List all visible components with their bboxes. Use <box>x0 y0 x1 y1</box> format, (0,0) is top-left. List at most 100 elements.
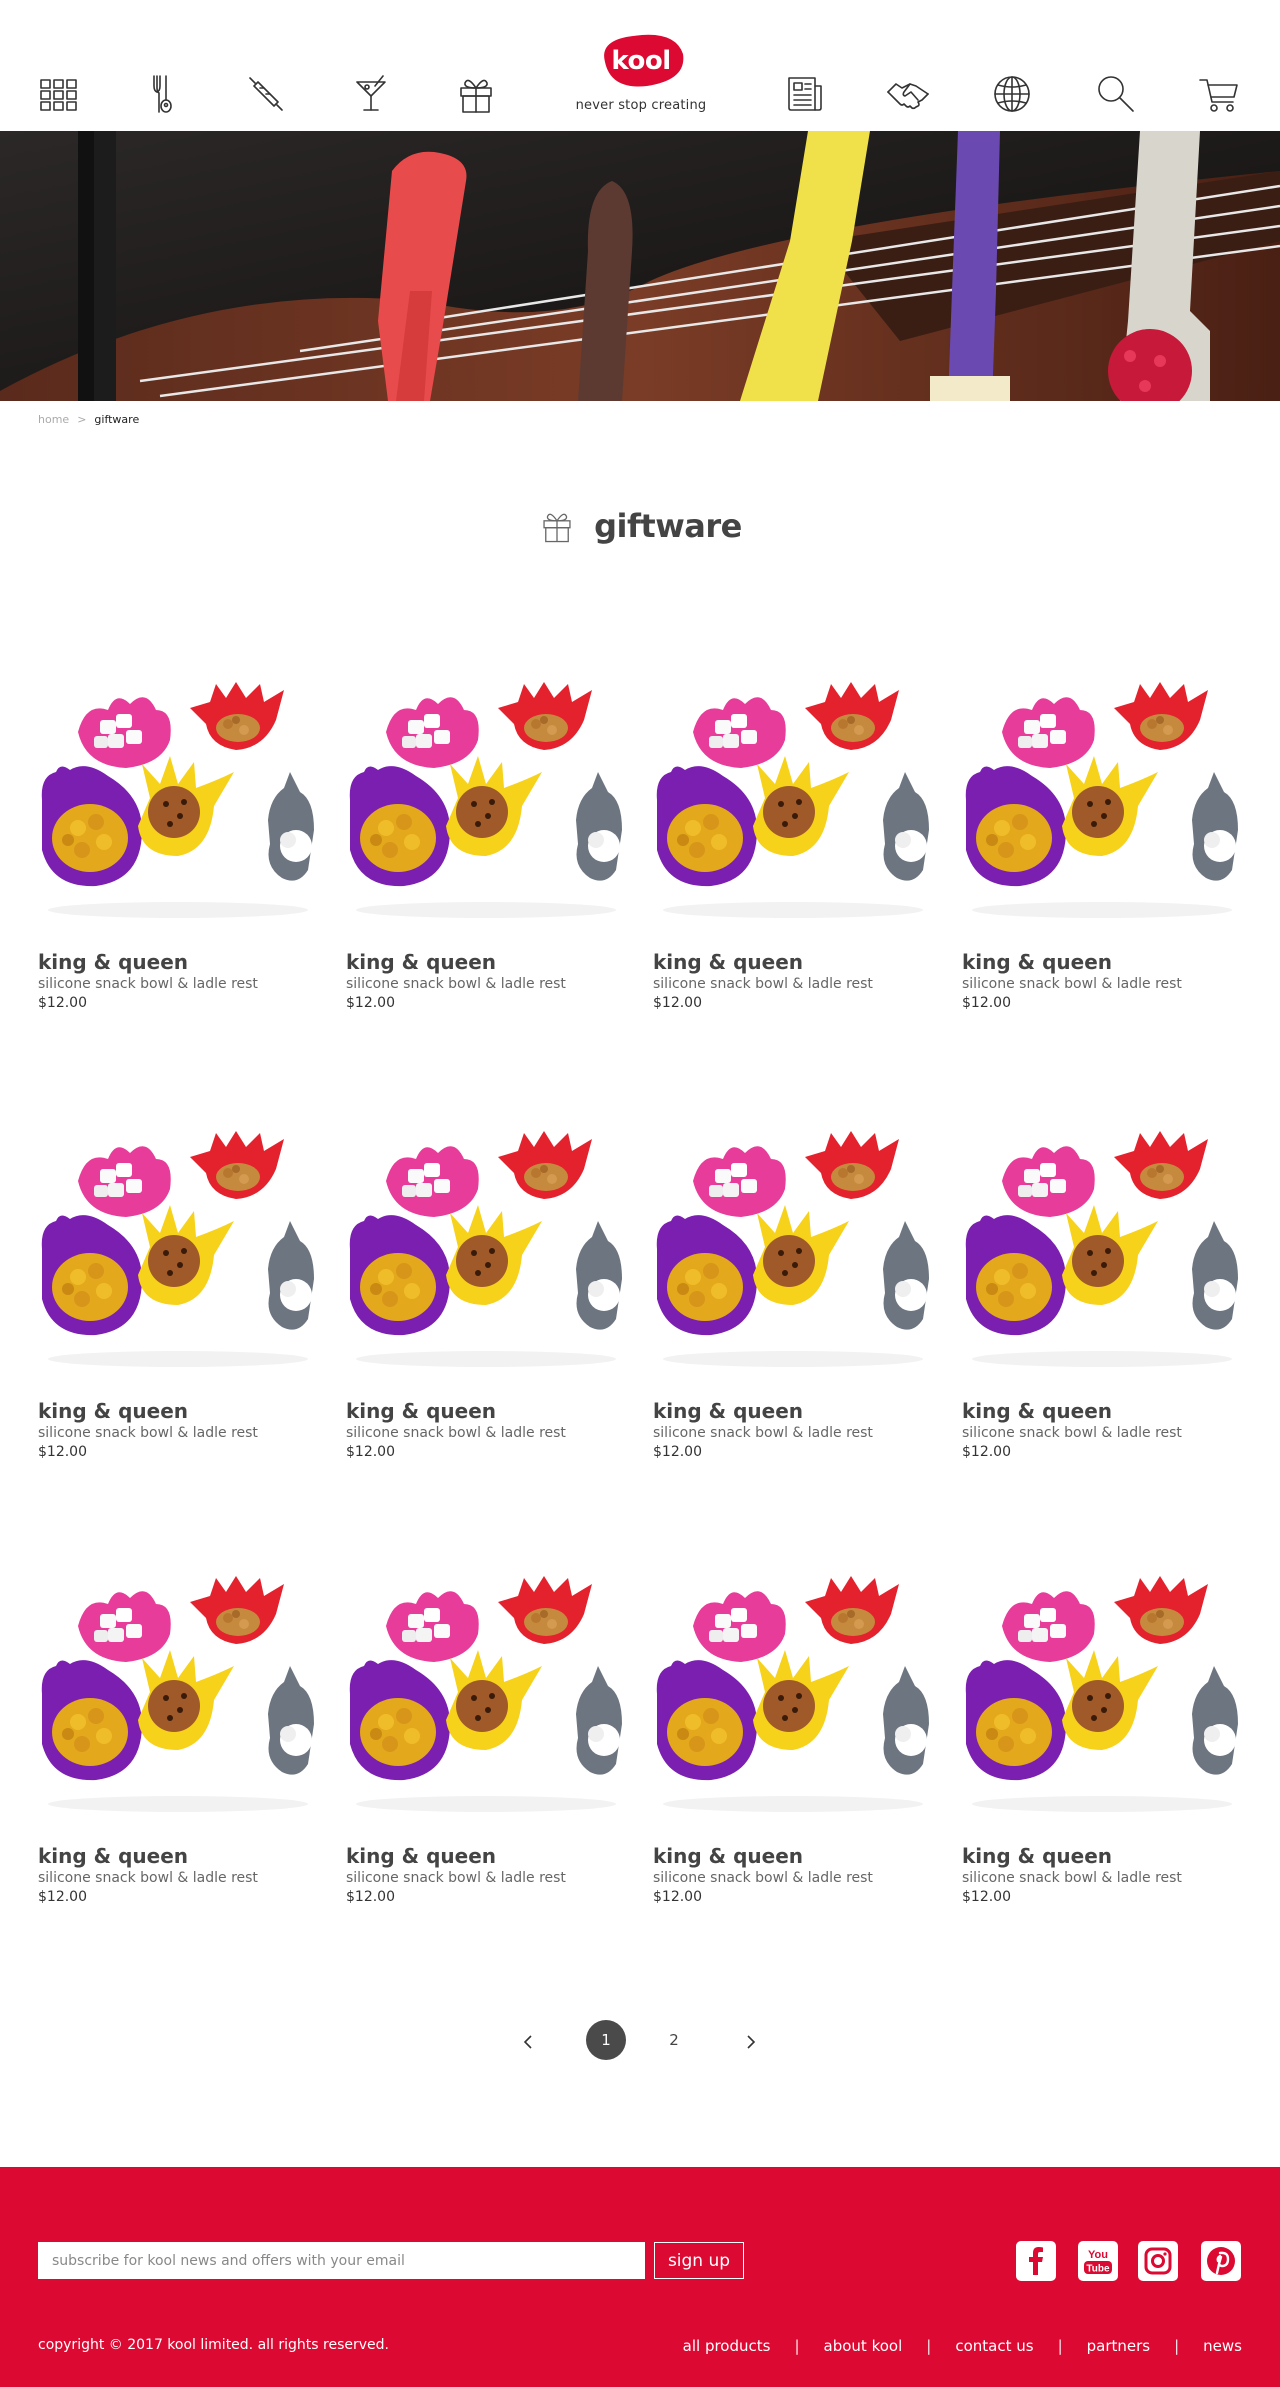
youtube-link[interactable]: You Tube <box>1078 2241 1118 2281</box>
product-price: $12.00 <box>346 995 395 1011</box>
product-price: $12.00 <box>38 995 87 1011</box>
product-image <box>349 682 622 918</box>
footer-link-all-products[interactable]: all products <box>683 2337 771 2355</box>
product-card[interactable]: king & queen silicone snack bowl & ladle … <box>346 1129 627 1460</box>
handshake-icon[interactable] <box>886 72 930 116</box>
pinterest-link[interactable] <box>1201 2241 1241 2281</box>
footer-link-about[interactable]: about kool <box>824 2337 903 2355</box>
product-description: silicone snack bowl & ladle rest <box>38 976 258 992</box>
product-image <box>656 682 929 918</box>
product-name[interactable]: king & queen <box>346 1844 627 1868</box>
product-description: silicone snack bowl & ladle rest <box>653 976 873 992</box>
product-price: $12.00 <box>962 1444 1011 1460</box>
product-name[interactable]: king & queen <box>962 1399 1243 1423</box>
copyright-text: copyright © 2017 kool limited. all right… <box>38 2337 389 2353</box>
product-image-wrap[interactable] <box>346 680 627 920</box>
gift-icon[interactable] <box>454 72 498 116</box>
hero-image <box>0 131 1280 401</box>
product-description: silicone snack bowl & ladle rest <box>38 1425 258 1441</box>
subscribe-email-input[interactable] <box>38 2242 645 2279</box>
youtube-text-top: You <box>1088 2249 1108 2261</box>
product-card[interactable]: king & queen silicone snack bowl & ladle … <box>38 680 319 1011</box>
product-name[interactable]: king & queen <box>346 950 627 974</box>
page-title: giftware <box>594 507 742 545</box>
sign-up-button[interactable]: sign up <box>654 2242 744 2279</box>
product-name[interactable]: king & queen <box>38 950 319 974</box>
product-card[interactable]: king & queen silicone snack bowl & ladle … <box>346 680 627 1011</box>
product-image <box>349 1131 622 1367</box>
product-price: $12.00 <box>653 1444 702 1460</box>
news-icon[interactable] <box>783 72 827 116</box>
product-price: $12.00 <box>346 1444 395 1460</box>
product-price: $12.00 <box>653 995 702 1011</box>
youtube-text-bottom: Tube <box>1086 2264 1110 2275</box>
product-image-wrap[interactable] <box>38 1574 319 1814</box>
product-image-wrap[interactable] <box>653 680 934 920</box>
chevron-right-icon <box>747 2035 756 2049</box>
product-card[interactable]: king & queen silicone snack bowl & ladle … <box>653 1574 934 1905</box>
footer-nav: all products | about kool | contact us |… <box>683 2337 1242 2355</box>
next-page-button[interactable] <box>739 2030 763 2054</box>
instagram-icon <box>1144 2247 1172 2275</box>
cart-icon[interactable] <box>1197 72 1241 116</box>
product-image-wrap[interactable] <box>38 1129 319 1369</box>
product-name[interactable]: king & queen <box>653 1844 934 1868</box>
breadcrumb-separator: > <box>77 413 87 426</box>
product-price: $12.00 <box>346 1889 395 1905</box>
product-card[interactable]: king & queen silicone snack bowl & ladle … <box>38 1129 319 1460</box>
product-card[interactable]: king & queen silicone snack bowl & ladle … <box>962 1574 1243 1905</box>
facebook-link[interactable] <box>1016 2241 1056 2281</box>
product-name[interactable]: king & queen <box>962 950 1243 974</box>
product-image-wrap[interactable] <box>962 1129 1243 1369</box>
product-card[interactable]: king & queen silicone snack bowl & ladle … <box>653 1129 934 1460</box>
chevron-left-icon <box>523 2035 532 2049</box>
product-price: $12.00 <box>962 1889 1011 1905</box>
product-image-wrap[interactable] <box>346 1129 627 1369</box>
footer-divider: | <box>1057 2337 1063 2355</box>
product-name[interactable]: king & queen <box>653 1399 934 1423</box>
pinterest-icon <box>1207 2247 1235 2275</box>
footer-link-news[interactable]: news <box>1203 2337 1242 2355</box>
product-name[interactable]: king & queen <box>962 1844 1243 1868</box>
product-card[interactable]: king & queen silicone snack bowl & ladle … <box>962 1129 1243 1460</box>
instagram-link[interactable] <box>1138 2241 1178 2281</box>
product-name[interactable]: king & queen <box>346 1399 627 1423</box>
product-name[interactable]: king & queen <box>653 950 934 974</box>
breadcrumb: home > giftware <box>38 413 139 426</box>
pagination: 1 2 <box>0 2020 1280 2064</box>
product-image <box>656 1576 929 1812</box>
product-image-wrap[interactable] <box>38 680 319 920</box>
product-image-wrap[interactable] <box>962 680 1243 920</box>
product-card[interactable]: king & queen silicone snack bowl & ladle … <box>38 1574 319 1905</box>
grid-icon[interactable] <box>37 72 81 116</box>
product-image-wrap[interactable] <box>653 1574 934 1814</box>
breadcrumb-home[interactable]: home <box>38 413 69 426</box>
product-image-wrap[interactable] <box>653 1129 934 1369</box>
page-2-button[interactable]: 2 <box>654 2020 694 2060</box>
facebook-icon <box>1029 2247 1043 2275</box>
search-icon[interactable] <box>1094 72 1138 116</box>
page-1-button[interactable]: 1 <box>586 2020 626 2060</box>
product-image <box>965 1576 1238 1812</box>
site-header: kool never stop creating <box>0 0 1280 131</box>
rolling-pin-icon[interactable] <box>244 72 288 116</box>
product-card[interactable]: king & queen silicone snack bowl & ladle … <box>346 1574 627 1905</box>
product-card[interactable]: king & queen silicone snack bowl & ladle … <box>962 680 1243 1011</box>
page-title-block: giftware <box>0 505 1280 547</box>
product-image-wrap[interactable] <box>962 1574 1243 1814</box>
product-description: silicone snack bowl & ladle rest <box>962 976 1182 992</box>
kool-logo[interactable]: kool never stop creating <box>575 32 707 120</box>
product-name[interactable]: king & queen <box>38 1399 319 1423</box>
product-image-wrap[interactable] <box>346 1574 627 1814</box>
product-image <box>965 682 1238 918</box>
product-card[interactable]: king & queen silicone snack bowl & ladle … <box>653 680 934 1011</box>
product-name[interactable]: king & queen <box>38 1844 319 1868</box>
kitchen-utensils-icon[interactable] <box>140 72 184 116</box>
footer-link-partners[interactable]: partners <box>1087 2337 1150 2355</box>
globe-icon[interactable] <box>990 72 1034 116</box>
cocktail-glass-icon[interactable] <box>349 72 393 116</box>
logo-wordmark: kool <box>611 46 671 76</box>
youtube-icon: You Tube <box>1084 2249 1112 2275</box>
previous-page-button[interactable] <box>516 2030 540 2054</box>
footer-link-contact[interactable]: contact us <box>955 2337 1033 2355</box>
